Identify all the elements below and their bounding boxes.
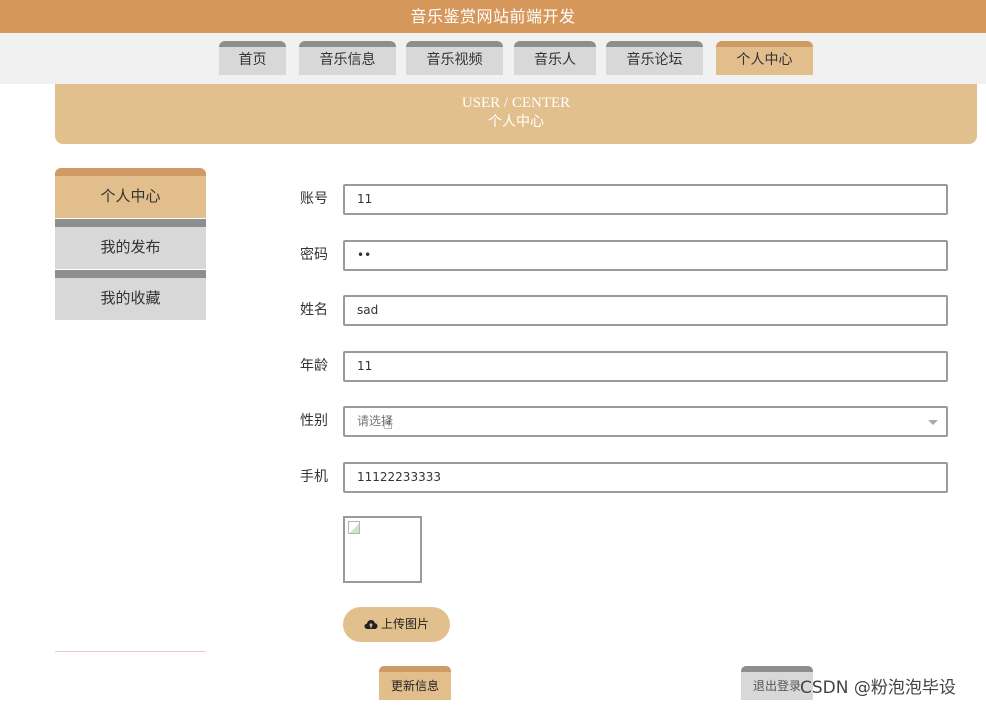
- sidebar-item-label: 我的收藏: [100, 289, 161, 307]
- logout-button-label: 退出登录: [752, 679, 801, 693]
- sidebar-divider: [55, 651, 206, 652]
- nav-item-musician[interactable]: 音乐人: [514, 41, 596, 75]
- sidebar-item-label: 我的发布: [100, 238, 161, 256]
- age-field[interactable]: 11: [343, 351, 948, 382]
- page-banner: USER / CENTER 个人中心: [55, 84, 977, 144]
- name-field[interactable]: sad: [343, 295, 948, 326]
- phone-value: 11122233333: [357, 470, 441, 484]
- password-label: 密码: [300, 247, 328, 263]
- sidebar-item-my-favorites[interactable]: 我的收藏: [55, 270, 206, 320]
- nav-item-home[interactable]: 首页: [219, 41, 286, 75]
- sidebar-item-label: 个人中心: [100, 187, 161, 205]
- nav-item-label: 个人中心: [736, 52, 793, 68]
- nav-item-label: 音乐视频: [426, 52, 483, 68]
- site-title-bar: 音乐鉴赏网站前端开发: [0, 0, 986, 33]
- age-value: 11: [357, 359, 373, 373]
- watermark: CSDN @粉泡泡毕设: [800, 678, 956, 698]
- account-field[interactable]: 11: [343, 184, 948, 215]
- name-label: 姓名: [300, 302, 328, 318]
- upload-image-button[interactable]: 上传图片: [343, 607, 450, 642]
- sidebar-item-user-center[interactable]: 个人中心: [55, 168, 206, 218]
- name-value: sad: [357, 303, 379, 317]
- sidebar-item-my-posts[interactable]: 我的发布: [55, 219, 206, 269]
- nav-item-music-info[interactable]: 音乐信息: [299, 41, 396, 75]
- banner-title-cn: 个人中心: [488, 114, 544, 130]
- gender-select[interactable]: 请选择 ☝: [343, 406, 948, 437]
- password-value: ••: [357, 248, 372, 262]
- avatar-preview: [343, 516, 422, 583]
- nav-item-music-video[interactable]: 音乐视频: [406, 41, 503, 75]
- update-button-label: 更新信息: [390, 679, 439, 693]
- upload-button-label: 上传图片: [380, 617, 429, 631]
- gender-label: 性别: [300, 413, 328, 429]
- nav-item-label: 音乐人: [534, 52, 576, 68]
- broken-image-icon: [348, 521, 360, 534]
- phone-label: 手机: [300, 469, 328, 485]
- chevron-down-icon: [928, 420, 938, 425]
- cloud-upload-icon: [364, 620, 378, 629]
- update-info-button[interactable]: 更新信息: [379, 666, 451, 700]
- age-label: 年龄: [300, 358, 328, 374]
- nav-item-label: 首页: [238, 52, 267, 68]
- banner-title-en: USER / CENTER: [461, 95, 571, 111]
- site-title: 音乐鉴赏网站前端开发: [410, 7, 576, 26]
- account-label: 账号: [300, 191, 328, 207]
- account-value: 11: [357, 192, 373, 206]
- nav-item-user-center[interactable]: 个人中心: [716, 41, 813, 75]
- phone-field[interactable]: 11122233333: [343, 462, 948, 493]
- nav-item-label: 音乐论坛: [626, 52, 683, 68]
- nav-item-label: 音乐信息: [319, 52, 376, 68]
- nav-bar: 首页 音乐信息 音乐视频 音乐人 音乐论坛 个人中心: [0, 33, 986, 84]
- nav-item-forum[interactable]: 音乐论坛: [606, 41, 703, 75]
- password-field[interactable]: ••: [343, 240, 948, 271]
- hand-pointer-icon: ☝: [383, 414, 393, 433]
